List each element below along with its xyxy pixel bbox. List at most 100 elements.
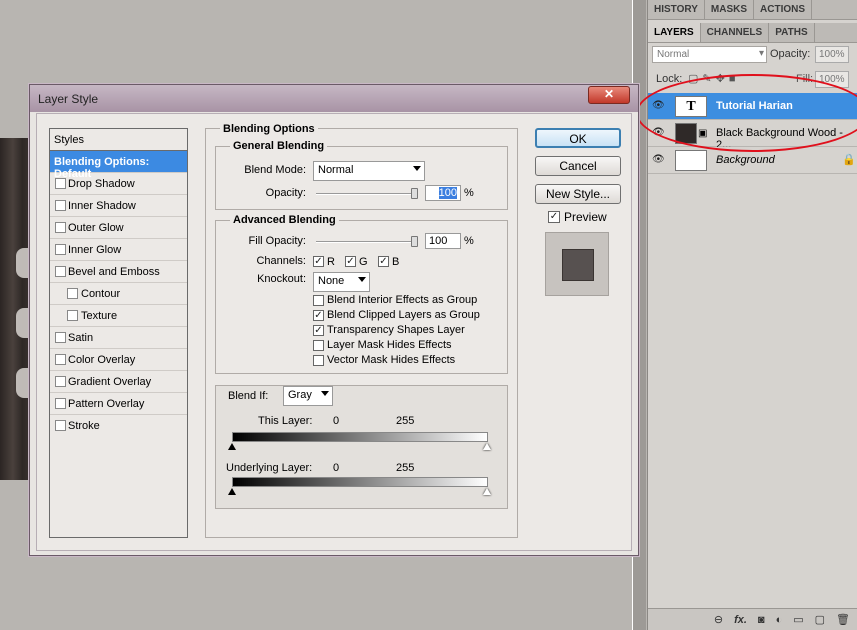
fill-opacity-slider[interactable] [316,241,416,243]
style-bevel-emboss[interactable]: Bevel and Emboss [50,261,187,283]
fill-opacity-slider-thumb[interactable] [411,236,418,247]
blend-interior-checkbox[interactable] [313,295,324,306]
this-layer-black-slider[interactable] [228,443,236,450]
this-layer-label: This Layer: [258,415,313,427]
blending-options-panel: Blending Options General Blending Blend … [205,123,518,538]
link-icon[interactable]: ⊖ [714,613,723,626]
blend-if-group: Blend If: Gray This Layer: 0 255 Underly… [215,385,508,509]
blend-if-select[interactable]: Gray [283,386,333,406]
layer-mask-hides-label: Layer Mask Hides Effects [327,339,452,351]
panel-tabs-top: HISTORY MASKS ACTIONS [648,0,857,20]
style-checkbox[interactable] [55,222,66,233]
style-inner-shadow[interactable]: Inner Shadow [50,195,187,217]
style-checkbox[interactable] [55,200,66,211]
vector-mask-hides-checkbox[interactable] [313,355,324,366]
opacity-field[interactable]: 100 [425,185,461,201]
blend-mode-select[interactable]: Normal [313,161,425,181]
style-satin[interactable]: Satin [50,327,187,349]
channel-r-checkbox[interactable]: ✓ [313,256,324,267]
style-checkbox[interactable] [67,288,78,299]
style-checkbox[interactable] [55,266,66,277]
underlying-black-slider[interactable] [228,488,236,495]
tab-masks[interactable]: MASKS [705,0,755,19]
style-blending-options[interactable]: Blending Options: Default [50,151,187,180]
ok-button[interactable]: OK [535,128,621,148]
fill-opacity-field[interactable]: 100 [425,233,461,249]
layer-opacity-field[interactable]: 100% [815,46,849,63]
preview-checkbox[interactable]: ✓ [548,211,560,223]
cancel-button[interactable]: Cancel [535,156,621,176]
style-label: Stroke [68,420,100,432]
knockout-select[interactable]: None [313,272,370,292]
style-label: Drop Shadow [68,178,135,190]
style-checkbox[interactable] [55,420,66,431]
knockout-label: Knockout: [257,273,306,285]
style-stroke[interactable]: Stroke [50,415,187,437]
blend-if-value: Gray [288,389,312,401]
tab-channels[interactable]: CHANNELS [701,23,770,42]
layer-blend-mode-select[interactable]: Normal ▾ [652,46,767,63]
underlying-white-slider[interactable] [483,488,491,495]
adjustment-icon[interactable]: ◐ [776,614,783,626]
this-layer-high: 255 [396,415,415,427]
advanced-blending-heading: Advanced Blending [230,214,339,226]
style-color-overlay[interactable]: Color Overlay [50,349,187,371]
style-label: Texture [81,310,118,322]
opacity-slider-thumb[interactable] [411,188,418,199]
tab-actions[interactable]: ACTIONS [754,0,813,19]
this-layer-gradient[interactable] [232,432,488,442]
close-button[interactable]: ✕ [588,86,630,104]
transparency-shapes-label: Transparency Shapes Layer [327,324,465,336]
underlying-layer-low: 0 [333,462,340,474]
style-checkbox[interactable] [55,244,66,255]
fill-opacity-label: Fill Opacity: [248,235,306,247]
opacity-slider[interactable] [316,193,416,195]
style-contour[interactable]: Contour [50,283,187,305]
style-label: Outer Glow [68,222,124,234]
style-checkbox[interactable] [55,332,66,343]
layer-mask-hides-checkbox[interactable] [313,340,324,351]
style-gradient-overlay[interactable]: Gradient Overlay [50,371,187,393]
preview-swatch [562,249,594,281]
fx-icon[interactable]: fx. [734,614,747,626]
styles-header[interactable]: Styles [50,129,187,151]
group-icon[interactable]: ▭ [793,613,803,626]
dialog-titlebar[interactable]: Layer Style ✕ [30,85,638,112]
style-label: Inner Glow [68,244,122,256]
highlight-ellipse [636,74,857,152]
opacity-value: 100 [438,187,457,199]
this-layer-white-slider[interactable] [483,443,491,450]
channel-g-checkbox[interactable]: ✓ [345,256,356,267]
opacity-label: Opacity: [265,187,306,199]
style-outer-glow[interactable]: Outer Glow [50,217,187,239]
layer-opacity-label: Opacity: [770,48,811,60]
style-inner-glow[interactable]: Inner Glow [50,239,187,261]
underlying-layer-gradient[interactable] [232,477,488,487]
style-checkbox[interactable] [67,310,78,321]
layers-panel-toolbar: ⊖ fx. ◙ ◐ ▭ ▢ 🗑 [648,608,857,630]
transparency-shapes-checkbox[interactable]: ✓ [313,325,324,336]
style-label: Color Overlay [68,354,136,366]
new-style-button[interactable]: New Style... [535,184,621,204]
channel-b-checkbox[interactable]: ✓ [378,256,389,267]
style-texture[interactable]: Texture [50,305,187,327]
mask-icon[interactable]: ◙ [758,614,765,626]
vector-mask-hides-label: Vector Mask Hides Effects [327,354,456,366]
tab-history[interactable]: HISTORY [648,0,705,19]
style-pattern-overlay[interactable]: Pattern Overlay [50,393,187,415]
tab-layers[interactable]: LAYERS [648,23,701,42]
eye-icon[interactable]: 👁 [652,154,668,166]
trash-icon[interactable]: 🗑 [836,613,850,626]
tab-paths[interactable]: PATHS [769,23,815,42]
advanced-blending-group: Advanced Blending Fill Opacity: 100 % Ch… [215,214,508,374]
blend-clipped-checkbox[interactable]: ✓ [313,310,324,321]
style-label: Contour [81,288,121,300]
style-drop-shadow[interactable]: Drop Shadow [50,173,187,195]
style-checkbox[interactable] [55,398,66,409]
underlying-layer-high: 255 [396,462,415,474]
style-checkbox[interactable] [55,376,66,387]
style-checkbox[interactable] [55,178,66,189]
style-checkbox[interactable] [55,354,66,365]
styles-list: Styles Blending Options: Default Drop Sh… [49,128,188,538]
new-layer-icon[interactable]: ▢ [815,613,825,626]
